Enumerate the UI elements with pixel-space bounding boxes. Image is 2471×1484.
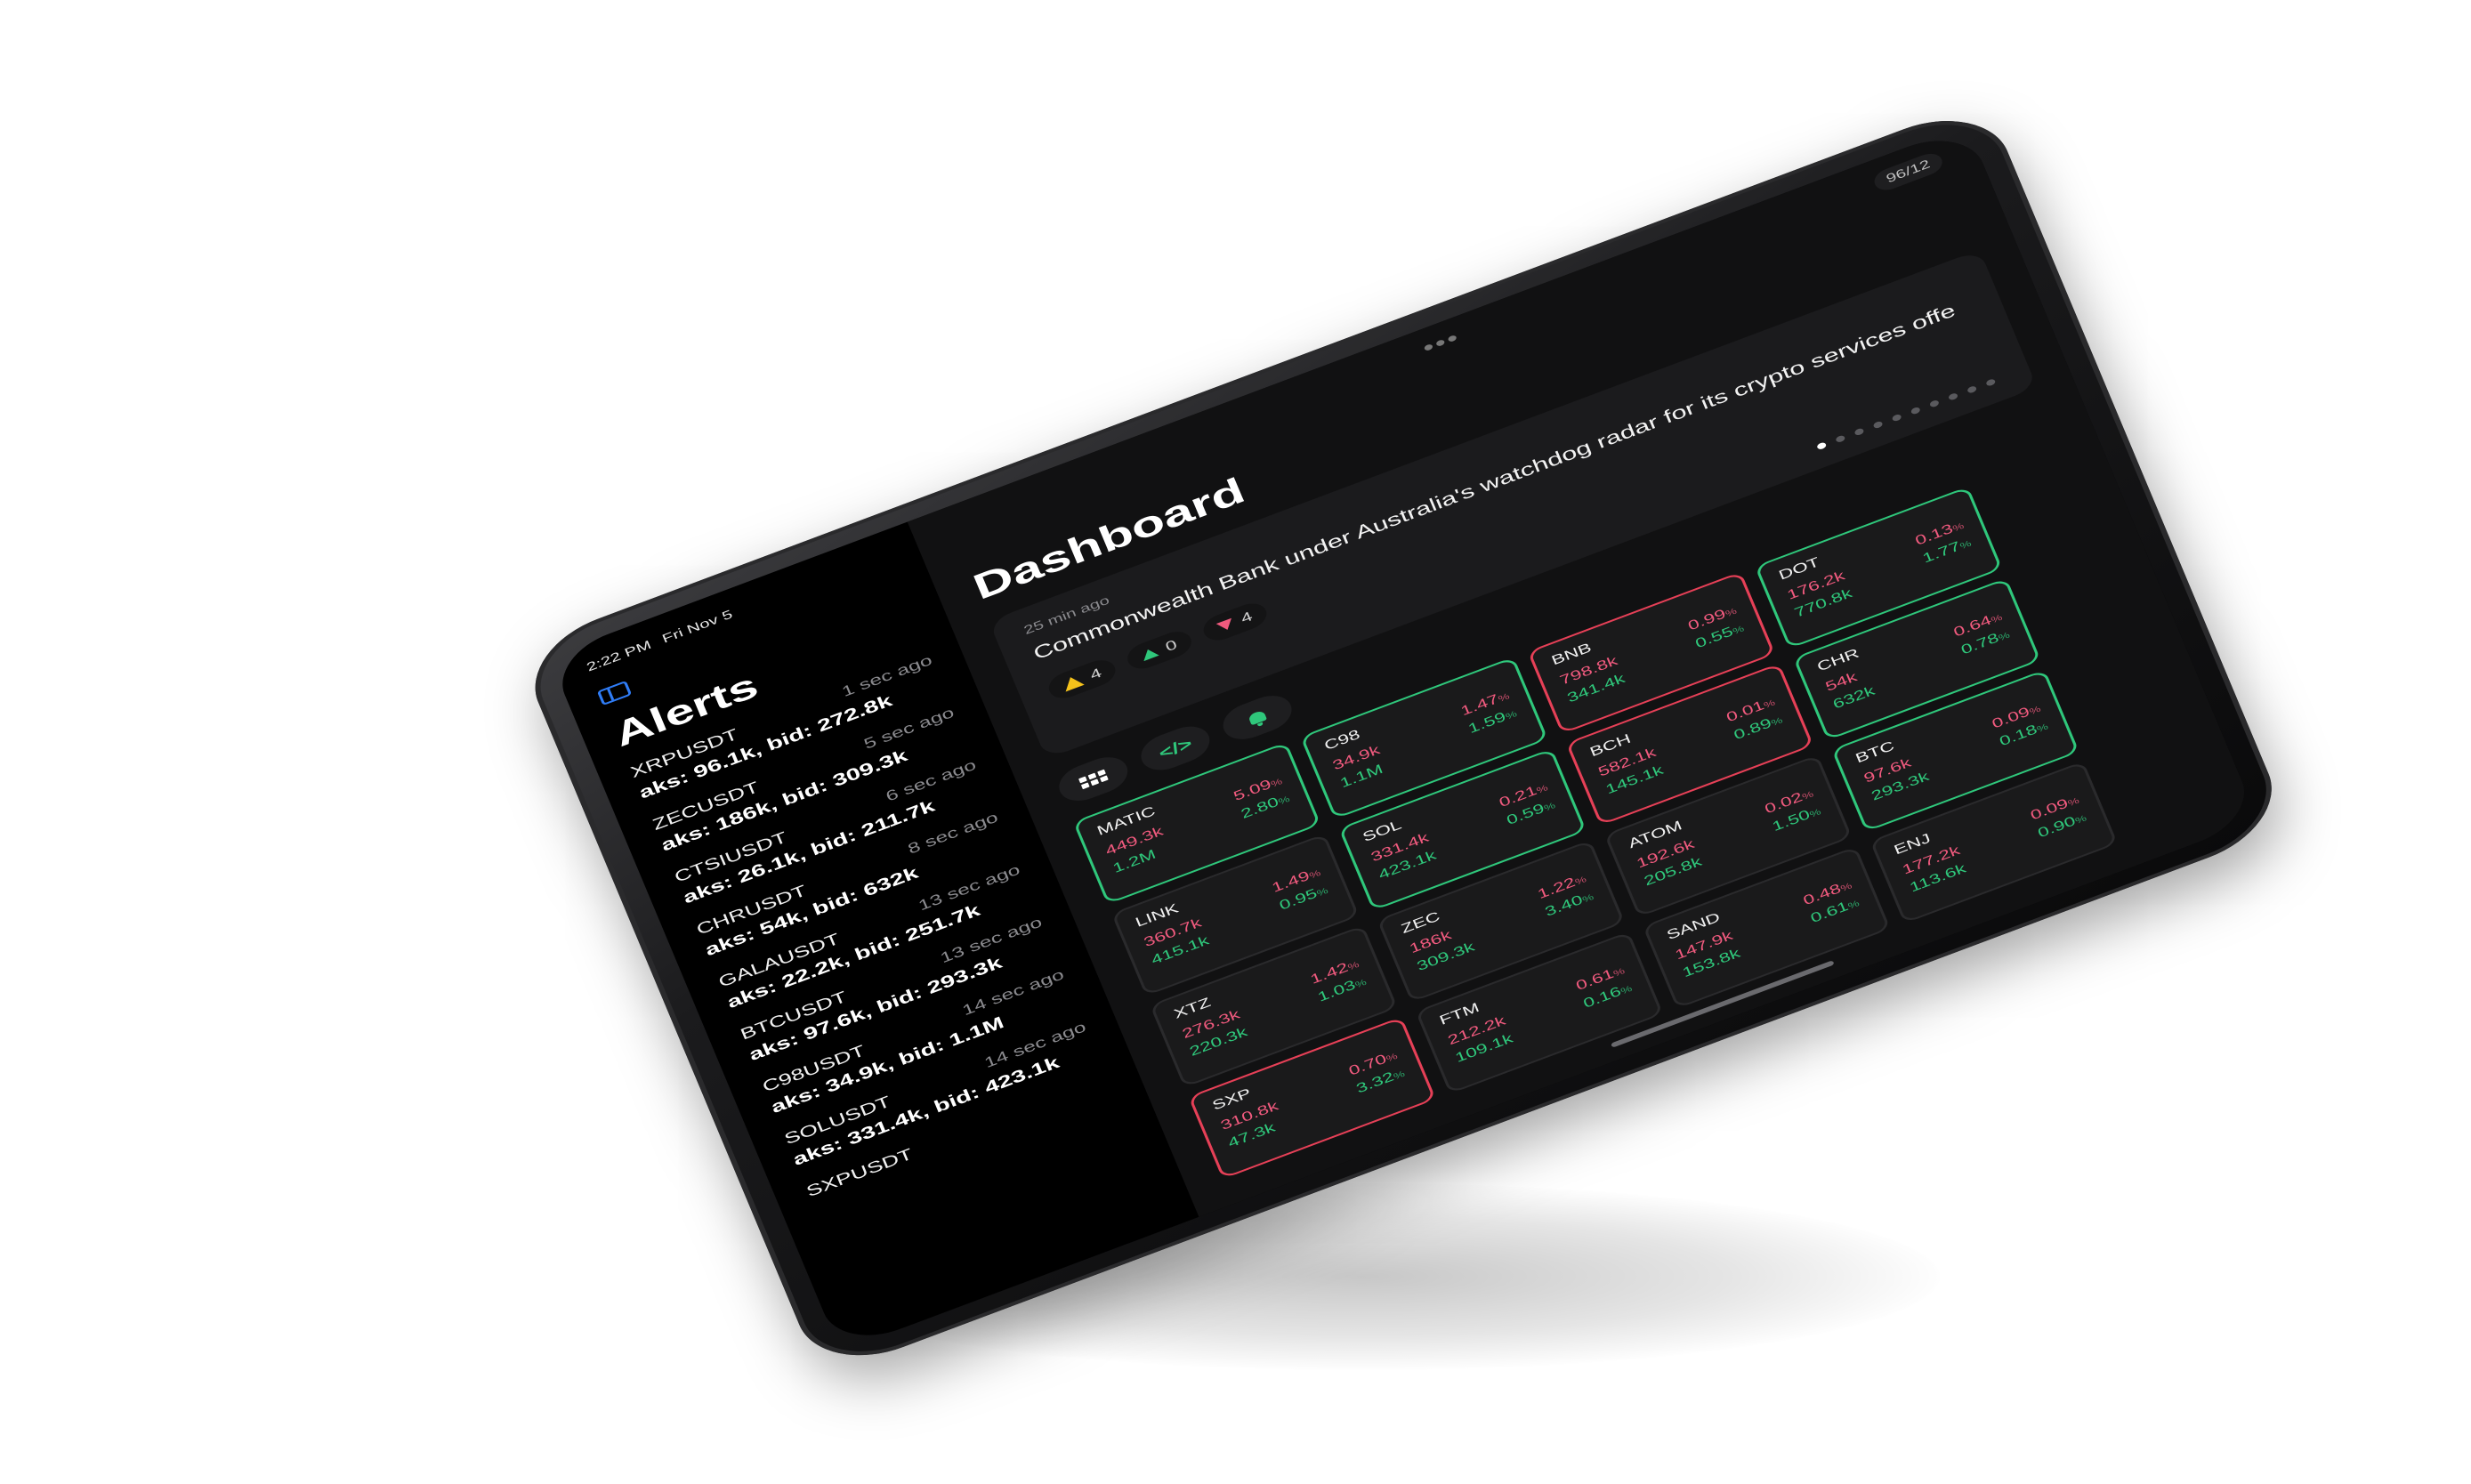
tablet-screen: 2:22 PM Fri Nov 5 Alerts XRPUSDT 1 sec ag… [548, 125, 2258, 1352]
status-date: Fri Nov 5 [659, 608, 735, 646]
pager-dot[interactable] [1891, 413, 1902, 423]
warning-count: 4 [1087, 665, 1104, 683]
pager-dot[interactable] [1966, 384, 1978, 394]
up-count: 0 [1163, 636, 1180, 655]
pager-dot[interactable] [1872, 420, 1884, 430]
pager-dot[interactable] [1910, 406, 1921, 415]
up-counter[interactable]: 0 [1123, 626, 1196, 673]
warning-counter[interactable]: 4 [1045, 655, 1120, 704]
grid-view-button[interactable] [1053, 750, 1134, 808]
more-icon[interactable]: ••• [1419, 326, 1464, 360]
down-counter[interactable]: 4 [1199, 599, 1271, 646]
warning-icon [1061, 673, 1085, 692]
arrow-down-icon [1215, 617, 1235, 633]
pager-dot[interactable] [1816, 441, 1828, 451]
code-icon: </> [1155, 733, 1195, 762]
arrow-up-icon [1140, 646, 1159, 662]
code-view-button[interactable]: </> [1135, 720, 1215, 778]
pager-dot[interactable] [1985, 378, 1997, 387]
pager-dot[interactable] [1947, 391, 1959, 401]
down-count: 4 [1238, 608, 1256, 626]
pager-dot[interactable] [1928, 399, 1941, 408]
alerts-button[interactable] [1217, 689, 1298, 746]
status-time: 2:22 PM [585, 638, 654, 674]
pager-dot[interactable] [1835, 434, 1846, 444]
grid-icon [1078, 769, 1109, 789]
pager-dot[interactable] [1853, 427, 1865, 437]
sidebar-toggle-icon[interactable] [596, 680, 633, 706]
bell-icon [1248, 709, 1268, 726]
page-counter: 96/12 [1870, 149, 1946, 195]
